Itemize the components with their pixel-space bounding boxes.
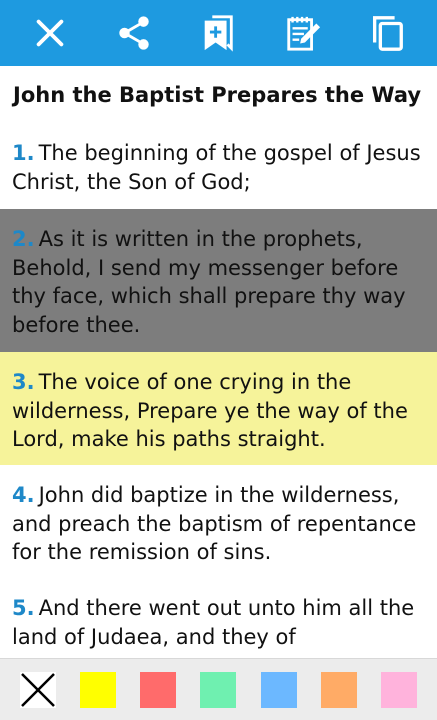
verse-number: 2. xyxy=(12,227,35,251)
share-icon xyxy=(119,16,150,50)
verse-4[interactable]: 4. John did baptize in the wilderness, an… xyxy=(0,481,437,567)
verse-text: And there went out unto him all the land… xyxy=(12,596,415,649)
passage-content: John the Baptist Prepares the Way 1. The … xyxy=(0,66,437,658)
top-toolbar xyxy=(0,0,437,66)
clear-highlight-button[interactable] xyxy=(20,671,57,708)
highlight-color-palette xyxy=(0,658,437,720)
close-button[interactable] xyxy=(24,7,76,59)
bookmark-add-icon xyxy=(205,15,234,52)
verse-2[interactable]: 2. As it is written in the prophets, Beho… xyxy=(0,209,437,352)
swatch-green[interactable] xyxy=(200,671,237,708)
share-button[interactable] xyxy=(108,7,160,59)
copy-button[interactable] xyxy=(361,7,413,59)
swatch-yellow[interactable] xyxy=(80,671,117,708)
verse-number: 1. xyxy=(12,141,35,165)
verse-text: As it is written in the prophets, Behold… xyxy=(12,227,406,337)
verse-number: 4. xyxy=(12,483,35,507)
copy-icon xyxy=(372,16,403,51)
swatch-pink[interactable] xyxy=(380,671,417,708)
note-edit-icon xyxy=(286,16,320,51)
passage-heading: John the Baptist Prepares the Way xyxy=(13,83,422,107)
note-edit-button[interactable] xyxy=(277,7,329,59)
bookmark-add-button[interactable] xyxy=(192,7,244,59)
verse-5[interactable]: 5. And there went out unto him all the la… xyxy=(0,594,437,651)
verse-text: The voice of one crying in the wildernes… xyxy=(12,370,408,451)
verse-number: 5. xyxy=(12,596,35,620)
clear-x-icon xyxy=(21,672,55,707)
close-icon xyxy=(36,19,64,47)
swatch-orange[interactable] xyxy=(320,671,357,708)
verse-number: 3. xyxy=(12,370,35,394)
swatch-red[interactable] xyxy=(140,671,177,708)
verse-3[interactable]: 3. The voice of one crying in the wildern… xyxy=(0,352,437,465)
verse-text: John did baptize in the wilderness, and … xyxy=(12,483,417,564)
verse-text: The beginning of the gospel of Jesus Chr… xyxy=(12,141,421,194)
swatch-blue[interactable] xyxy=(260,671,297,708)
verse-1[interactable]: 1. The beginning of the gospel of Jesus C… xyxy=(0,139,437,196)
